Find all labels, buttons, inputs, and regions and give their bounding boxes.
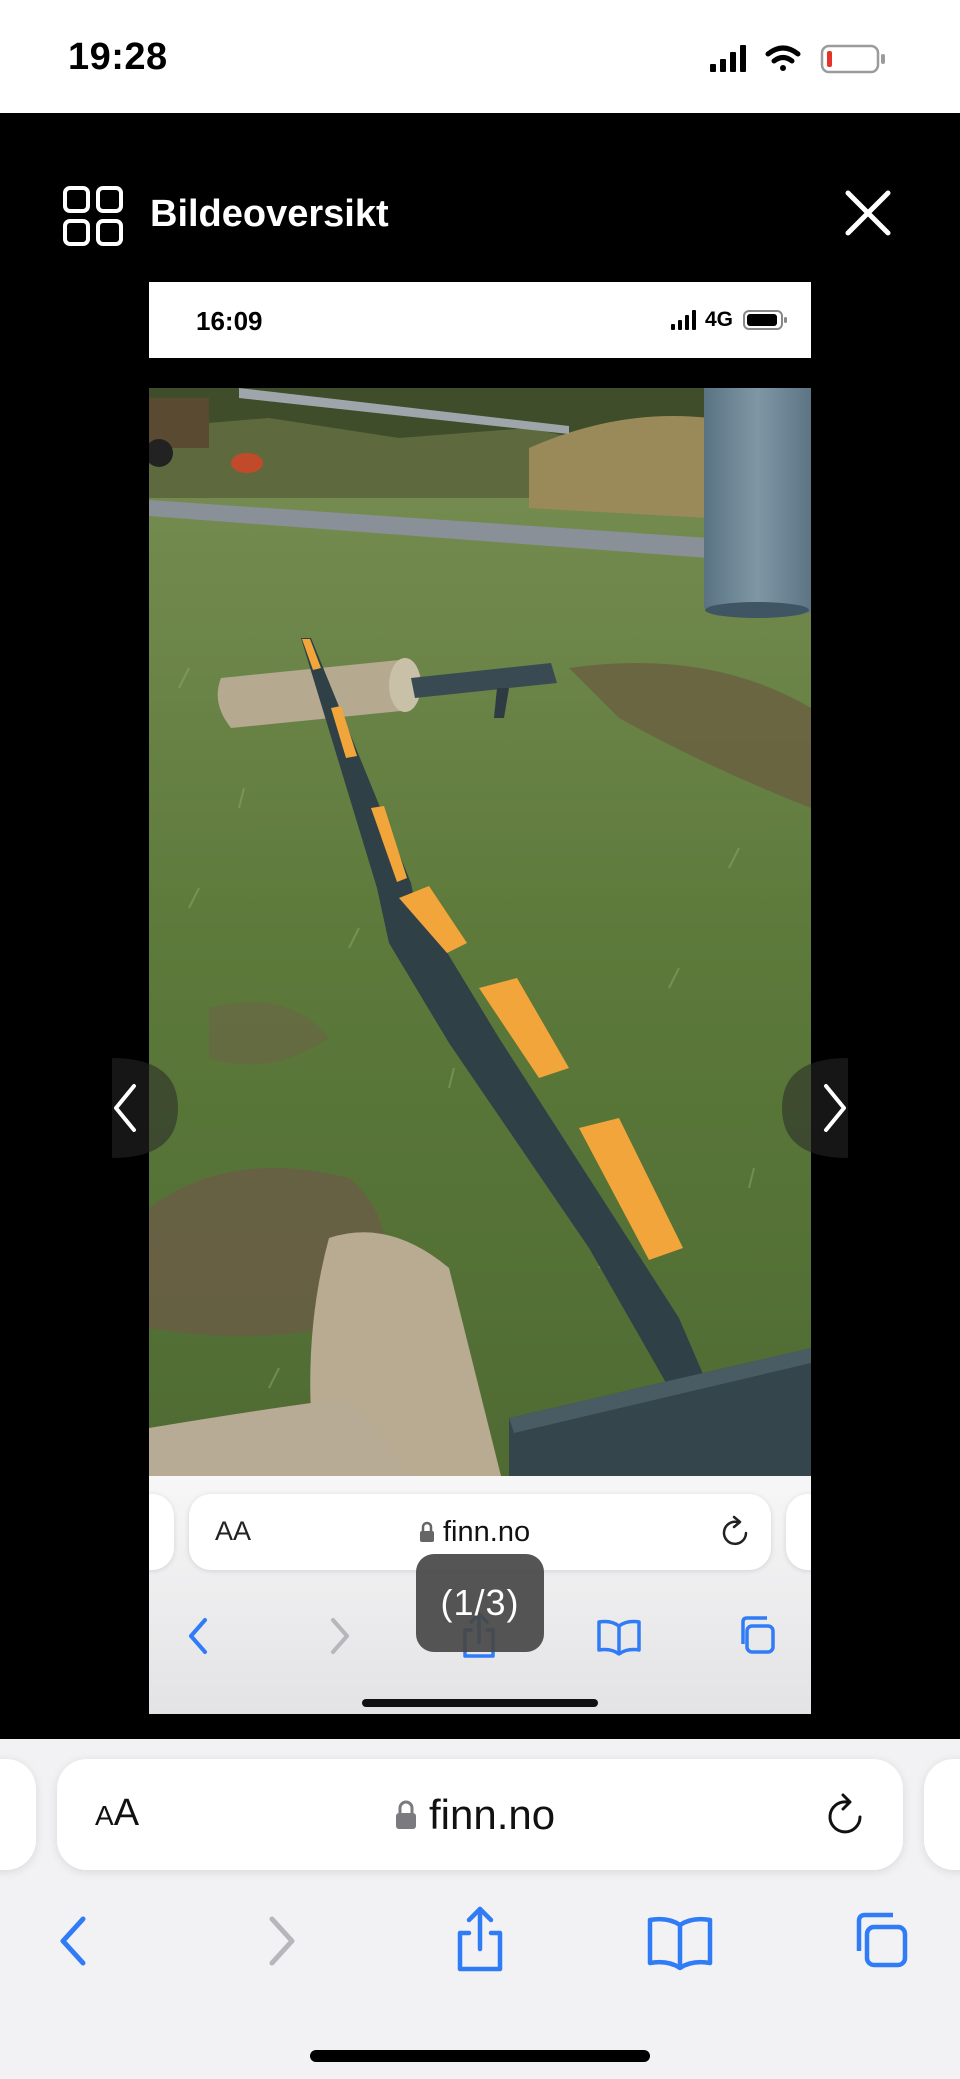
url-bar[interactable]: AA finn.no <box>57 1759 903 1870</box>
inner-tabs-icon <box>729 1606 789 1666</box>
chevron-right-icon <box>782 1058 848 1158</box>
domain-group: finn.no <box>395 1789 555 1841</box>
prev-tab-stub[interactable] <box>0 1759 36 1870</box>
bookmarks-icon[interactable] <box>640 1901 720 1981</box>
inner-forward-icon <box>309 1606 369 1666</box>
chevron-left-icon <box>112 1058 178 1158</box>
home-indicator <box>310 2050 650 2062</box>
inner-back-icon <box>169 1606 229 1666</box>
inner-battery-icon <box>743 310 787 330</box>
inner-bookmarks-icon <box>589 1606 649 1666</box>
reload-icon[interactable] <box>823 1789 869 1841</box>
inner-reload-icon <box>719 1514 753 1550</box>
back-icon[interactable] <box>35 1901 115 1981</box>
inner-signal-icon <box>671 310 696 330</box>
lock-icon <box>396 1800 416 1829</box>
next-image-button[interactable] <box>782 1058 848 1158</box>
photo-fallen-barrier <box>149 388 811 1476</box>
browser-toolbar <box>0 1901 960 2001</box>
inner-next-tab-stub <box>786 1494 811 1570</box>
listing-image: 16:09 4G AA finn.no <box>149 282 811 1714</box>
next-tab-stub[interactable] <box>924 1759 960 1870</box>
tabs-icon[interactable] <box>845 1901 925 1981</box>
inner-domain-group: finn.no <box>419 1514 530 1550</box>
inner-status-bar: 16:09 4G <box>149 282 811 358</box>
inner-text-size-label: AA <box>215 1516 252 1546</box>
cellular-signal-icon <box>710 45 746 72</box>
image-viewer: Bildeoversikt 16:09 4G AA finn.no <box>0 113 960 1739</box>
browser-chrome: AA finn.no <box>0 1739 960 2079</box>
close-icon[interactable] <box>838 183 898 243</box>
viewer-title: Bildeoversikt <box>150 193 389 235</box>
inner-lock-icon <box>420 1521 434 1542</box>
previous-image-button[interactable] <box>112 1058 178 1158</box>
image-counter: (1/3) <box>416 1554 544 1652</box>
inner-network-label: 4G <box>705 308 734 331</box>
domain-label: finn.no <box>429 1791 556 1838</box>
wifi-icon <box>765 45 801 71</box>
text-size-button[interactable]: AA <box>95 1792 139 1835</box>
inner-home-indicator <box>362 1699 598 1707</box>
inner-domain: finn.no <box>443 1515 531 1548</box>
inner-gap <box>149 358 811 388</box>
forward-icon[interactable] <box>240 1901 320 1981</box>
inner-status-time: 16:09 <box>196 306 263 336</box>
inner-prev-tab-stub <box>149 1494 174 1570</box>
status-time: 19:28 <box>68 36 168 78</box>
status-bar: 19:28 <box>0 0 960 113</box>
battery-icon <box>820 44 885 74</box>
viewer-header: Bildeoversikt <box>0 173 960 283</box>
signal-wifi-battery-icons <box>710 44 885 74</box>
page: 19:28 Bildeoversikt 16:09 4G AA finn.no … <box>0 0 960 2079</box>
status-icons <box>700 0 960 113</box>
grid-icon[interactable] <box>62 185 124 247</box>
share-icon[interactable] <box>440 1901 520 1981</box>
